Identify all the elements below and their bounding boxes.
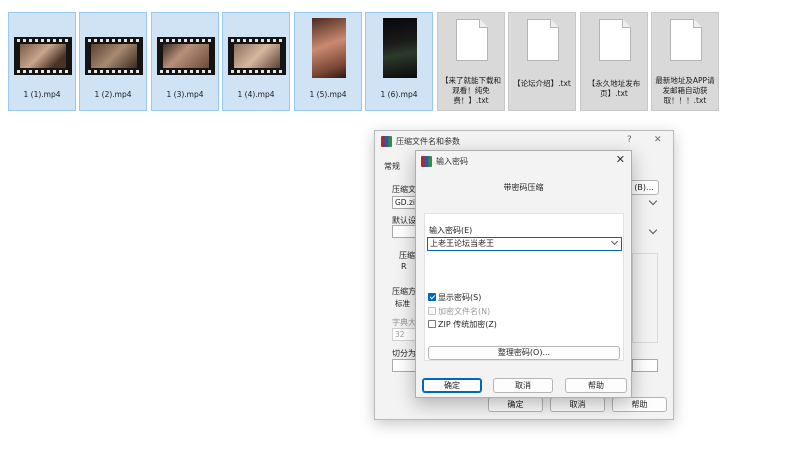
video-thumbnail bbox=[228, 37, 286, 75]
close-icon[interactable]: ✕ bbox=[616, 154, 625, 166]
dict-label: 字典大 bbox=[392, 318, 416, 327]
file-item-text[interactable]: 最新地址及APP请发邮箱自动获取！！！.txt bbox=[651, 12, 719, 111]
text-file-icon bbox=[527, 19, 559, 61]
text-file-icon bbox=[599, 19, 631, 61]
file-name: 【论坛介绍】.txt bbox=[513, 79, 571, 88]
zip-legacy-checkbox[interactable] bbox=[428, 320, 436, 328]
tab-general[interactable]: 常规 bbox=[384, 161, 400, 172]
video-thumbnail bbox=[383, 18, 417, 78]
password-input[interactable]: 上老王论坛当老王 bbox=[427, 237, 622, 251]
dialog-title: 压缩文件名和参数 bbox=[396, 137, 460, 146]
file-name: 1 (5).mp4 bbox=[309, 90, 347, 99]
text-file-icon bbox=[670, 19, 702, 61]
cancel-button[interactable]: 取消 bbox=[550, 397, 605, 412]
encrypt-names-label: 加密文件名(N) bbox=[438, 307, 491, 316]
chevron-down-icon[interactable] bbox=[648, 225, 658, 235]
video-thumbnail bbox=[157, 37, 215, 75]
file-item-text[interactable]: 【永久地址发布页】.txt bbox=[580, 12, 648, 111]
video-thumbnail bbox=[85, 37, 143, 75]
options-panel bbox=[632, 253, 658, 343]
file-item-video[interactable]: 1 (4).mp4 bbox=[222, 12, 290, 111]
file-item-video[interactable]: 1 (3).mp4 bbox=[151, 12, 219, 111]
video-thumbnail bbox=[312, 18, 346, 78]
encrypt-names-checkbox bbox=[428, 307, 436, 315]
format-label: 压缩 bbox=[399, 251, 415, 260]
close-icon[interactable]: ✕ bbox=[654, 135, 662, 145]
organize-passwords-button[interactable]: 整理密码(O)... bbox=[428, 346, 620, 360]
file-name: 1 (2).mp4 bbox=[94, 90, 132, 99]
file-item-video[interactable]: 1 (5).mp4 bbox=[294, 12, 362, 111]
video-thumbnail bbox=[14, 37, 72, 75]
file-name: 1 (6).mp4 bbox=[380, 90, 418, 99]
file-item-video[interactable]: 1 (6).mp4 bbox=[365, 12, 433, 111]
ok-button[interactable]: 确定 bbox=[422, 378, 482, 393]
header-label: 带密码压缩 bbox=[503, 183, 544, 192]
format-radio-rar[interactable]: R bbox=[401, 262, 407, 271]
dialog-title: 输入密码 bbox=[436, 157, 468, 166]
show-password-checkbox[interactable] bbox=[428, 293, 436, 301]
cancel-button[interactable]: 取消 bbox=[493, 378, 553, 393]
show-password-label: 显示密码(S) bbox=[438, 293, 482, 302]
password-dialog: 输入密码 ✕ 带密码压缩 输入密码(E) 上老王论坛当老王 显示密码(S) 加密… bbox=[415, 150, 632, 398]
file-item-video[interactable]: 1 (2).mp4 bbox=[79, 12, 147, 111]
split-label: 切分为 bbox=[392, 349, 416, 358]
help-button[interactable]: 帮助 bbox=[612, 397, 667, 412]
file-item-text[interactable]: 【论坛介绍】.txt bbox=[508, 12, 576, 111]
title-bar: 输入密码 ✕ bbox=[416, 151, 631, 171]
file-item-video[interactable]: 1 (1).mp4 bbox=[8, 12, 76, 111]
browse-button[interactable]: (B)... bbox=[629, 180, 659, 195]
file-item-text[interactable]: 【来了就能下载和观看！纯免费！】.txt bbox=[437, 12, 505, 111]
chevron-down-icon[interactable] bbox=[648, 196, 658, 206]
title-bar: 压缩文件名和参数 ? ✕ bbox=[375, 131, 673, 151]
text-file-icon bbox=[456, 19, 488, 61]
winrar-icon bbox=[421, 156, 432, 167]
file-name: 【来了就能下载和观看！纯免费！】.txt bbox=[441, 76, 501, 105]
help-button[interactable]: 帮助 bbox=[565, 378, 627, 393]
winrar-icon bbox=[381, 136, 392, 147]
help-icon[interactable]: ? bbox=[627, 135, 632, 145]
file-name: 1 (3).mp4 bbox=[166, 90, 204, 99]
file-name: 最新地址及APP请发邮箱自动获取！！！.txt bbox=[655, 76, 715, 105]
password-label: 输入密码(E) bbox=[429, 226, 473, 235]
file-name: 1 (1).mp4 bbox=[23, 90, 61, 99]
file-name: 【永久地址发布页】.txt bbox=[587, 79, 641, 98]
split-unit-select[interactable] bbox=[632, 359, 658, 372]
archive-name-label: 压缩文 bbox=[392, 185, 416, 194]
file-name: 1 (4).mp4 bbox=[237, 90, 275, 99]
zip-legacy-label: ZIP 传统加密(Z) bbox=[438, 320, 497, 329]
ok-button[interactable]: 确定 bbox=[488, 397, 543, 412]
method-label: 压缩方 bbox=[392, 287, 416, 296]
